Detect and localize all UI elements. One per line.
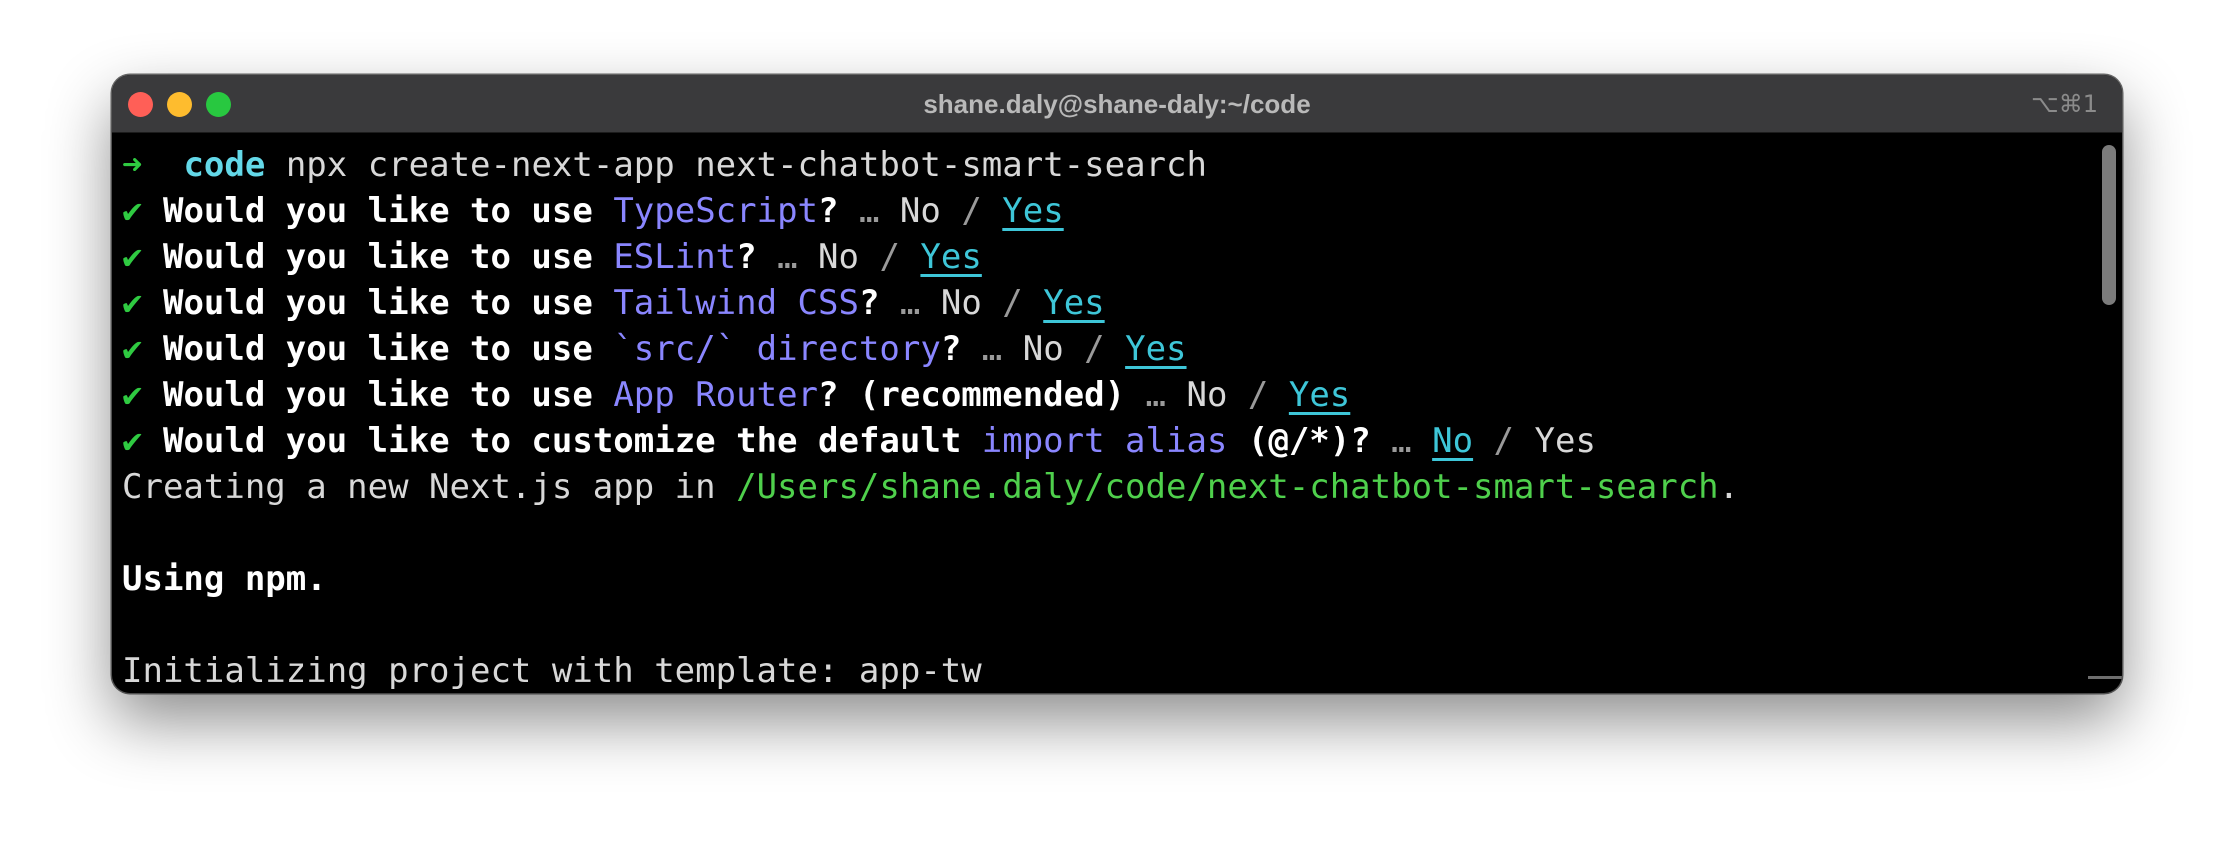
option-yes-selected: Yes [1125,329,1187,369]
question-suffix: ? (recommended) [818,375,1126,415]
check-icon: ✔ [122,375,143,415]
title-bar: shane.daly@shane-daly:~/code ⌥⌘1 [112,75,2122,133]
option-yes-selected: Yes [1002,191,1064,231]
question-line: ✔ Would you like to use ESLint? … No / Y… [122,234,2082,280]
ellipsis: … [756,237,819,277]
option-no: No [818,237,859,277]
check-icon: ✔ [122,191,143,231]
question-line: ✔ Would you like to use App Router? (rec… [122,372,2082,418]
question-highlight: ESLint [613,237,737,277]
prompt-directory: code [183,145,266,185]
question-prefix: Would you like to use [162,283,614,323]
check-icon: ✔ [122,283,143,323]
ellipsis: … [1125,375,1187,415]
question-line: ✔ Would you like to use `src/` directory… [122,326,2082,372]
question-line: ✔ Would you like to use TypeScript? … No… [122,188,2082,234]
question-highlight: `src/` directory [613,329,941,369]
question-prefix: Would you like to use [162,375,614,415]
option-separator: / [1473,421,1535,461]
option-no-selected: No [1432,421,1474,461]
ellipsis: … [1370,421,1433,461]
question-prefix: Would you like to use [162,191,614,231]
question-prefix: Would you like to use [162,237,614,277]
option-no: No [940,283,982,323]
question-suffix: ? [736,237,757,277]
question-highlight: TypeScript [613,191,819,231]
option-separator: / [981,283,1044,323]
option-separator: / [1227,375,1289,415]
creating-prefix: Creating a new Next.js app in [122,467,737,507]
question-suffix: ? [858,283,880,323]
project-path: /Users/shane.daly/code/next-chatbot-smar… [736,467,1719,507]
prompt-command: npx create-next-app next-chatbot-smart-s… [285,145,1207,185]
option-separator: / [1063,329,1126,369]
window-title: shane.daly@shane-daly:~/code [923,89,1311,119]
check-icon: ✔ [122,329,143,369]
question-highlight: Tailwind CSS [613,283,859,323]
terminal-output[interactable]: ➜ code npx create-next-app next-chatbot-… [122,142,2082,692]
prompt-line: ➜ code npx create-next-app next-chatbot-… [122,142,2082,188]
option-yes-selected: Yes [1288,375,1351,415]
ellipsis: … [879,283,941,323]
check-icon: ✔ [122,421,143,461]
option-no: No [899,191,941,231]
question-suffix: ? [940,329,962,369]
option-separator: / [859,237,921,277]
ellipsis: … [838,191,900,231]
question-highlight: App Router [613,375,819,415]
option-yes-selected: Yes [920,237,982,277]
option-yes: Yes [1534,421,1596,461]
resize-handle[interactable] [2088,676,2122,679]
vertical-scrollbar[interactable] [2102,145,2116,305]
using-npm-line: Using npm. [122,559,327,599]
terminal-window: shane.daly@shane-daly:~/code ⌥⌘1 ➜ code … [112,75,2122,693]
question-highlight: import alias [981,421,1228,461]
question-prefix: Would you like to use [162,329,614,369]
option-yes-selected: Yes [1043,283,1105,323]
ellipsis: … [961,329,1023,369]
creating-suffix: . [1718,467,1740,507]
question-suffix: ? [818,191,839,231]
check-icon: ✔ [122,237,143,277]
creating-line: Creating a new Next.js app in /Users/sha… [122,464,2082,510]
question-prefix: Would you like to customize the default [162,421,982,461]
question-line: ✔ Would you like to customize the defaul… [122,418,2082,464]
question-line: ✔ Would you like to use Tailwind CSS? … … [122,280,2082,326]
initializing-line: Initializing project with template: app-… [122,651,982,691]
tab-shortcut-label: ⌥⌘1 [2031,90,2098,118]
question-suffix: (@/*)? [1227,421,1371,461]
option-no: No [1022,329,1064,369]
option-no: No [1186,375,1228,415]
option-separator: / [940,191,1003,231]
prompt-arrow-icon: ➜ [122,145,143,185]
